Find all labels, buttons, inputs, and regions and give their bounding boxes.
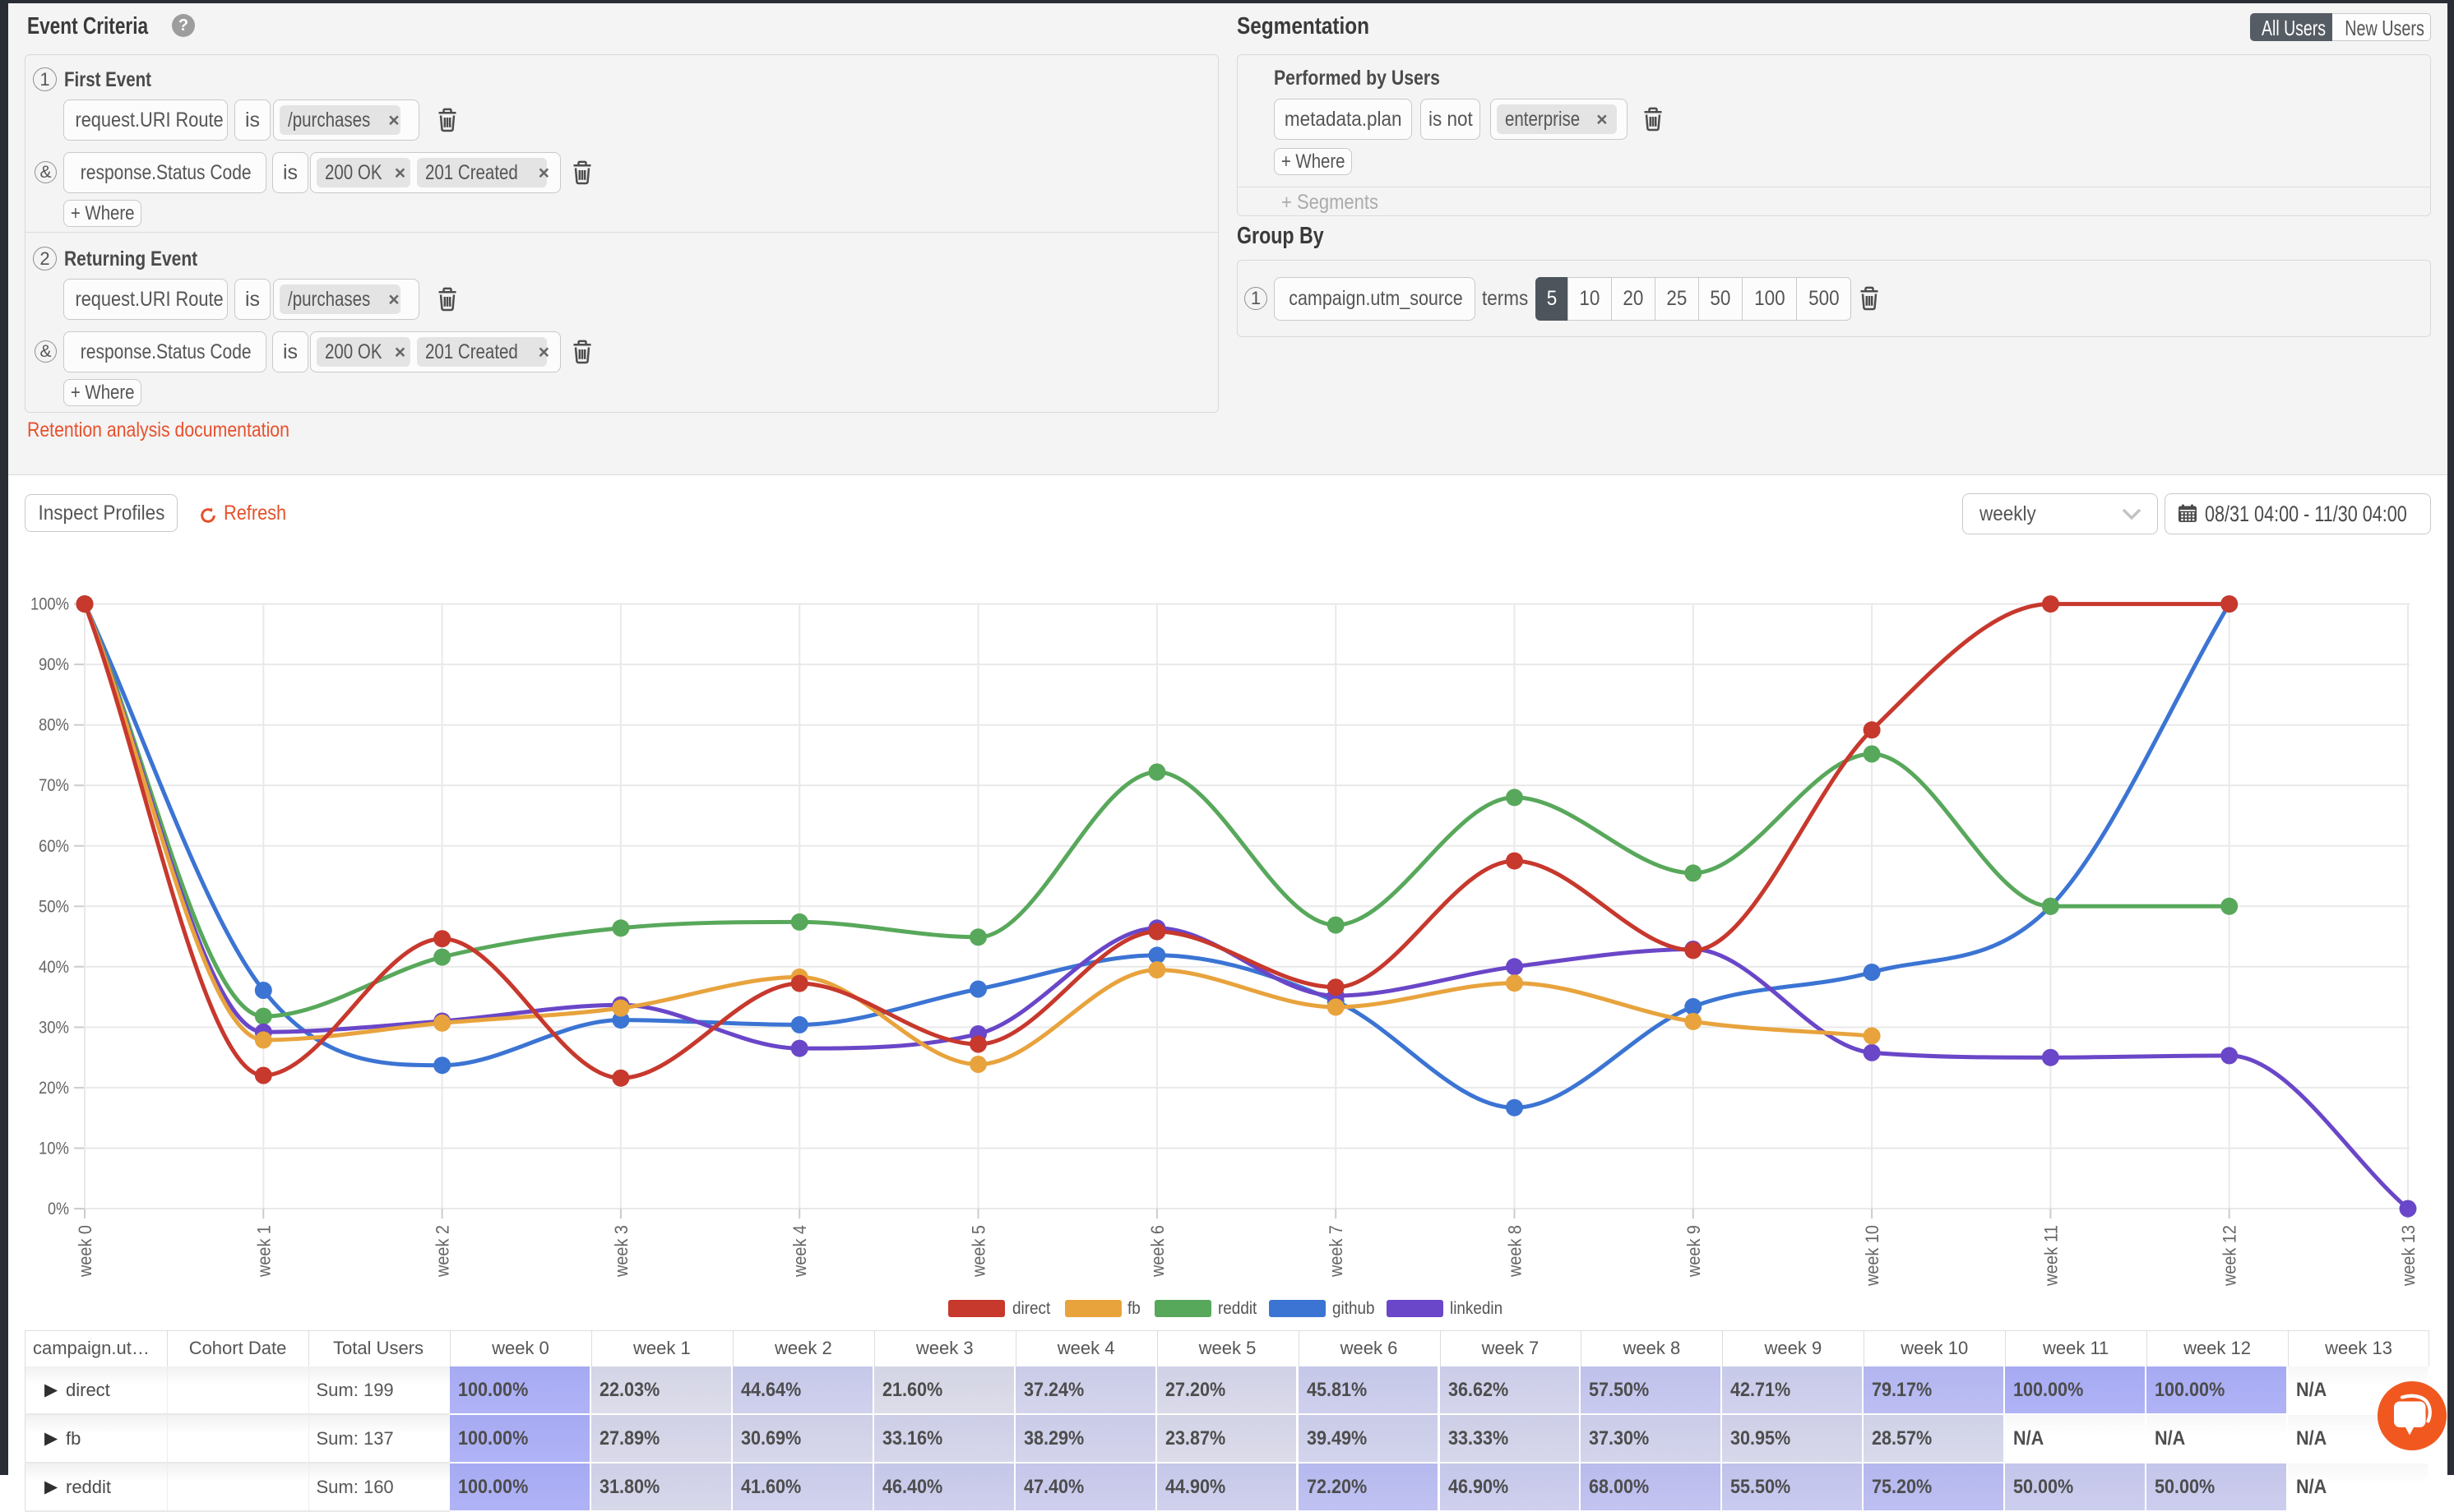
svg-text:week 13: week 13 xyxy=(2398,1225,2419,1287)
svg-text:20%: 20% xyxy=(39,1079,69,1098)
svg-text:week 12: week 12 xyxy=(2220,1225,2240,1287)
svg-text:60%: 60% xyxy=(39,837,69,856)
svg-text:week 3: week 3 xyxy=(611,1225,632,1278)
svg-text:70%: 70% xyxy=(39,776,69,795)
svg-text:week 9: week 9 xyxy=(1683,1225,1704,1278)
svg-text:90%: 90% xyxy=(39,655,69,674)
svg-text:40%: 40% xyxy=(39,958,69,977)
svg-text:week 7: week 7 xyxy=(1326,1225,1346,1278)
svg-text:week 4: week 4 xyxy=(789,1225,810,1278)
svg-text:100%: 100% xyxy=(30,595,69,614)
svg-text:week 1: week 1 xyxy=(253,1225,274,1278)
svg-text:week 2: week 2 xyxy=(433,1225,453,1278)
svg-text:week 5: week 5 xyxy=(969,1225,989,1278)
svg-text:30%: 30% xyxy=(39,1018,69,1037)
svg-text:week 6: week 6 xyxy=(1147,1225,1168,1278)
svg-text:week 10: week 10 xyxy=(1862,1225,1882,1287)
svg-text:10%: 10% xyxy=(39,1140,69,1158)
svg-text:50%: 50% xyxy=(39,897,69,916)
svg-text:week 11: week 11 xyxy=(2040,1225,2061,1287)
svg-text:80%: 80% xyxy=(39,716,69,735)
svg-text:week 0: week 0 xyxy=(75,1225,95,1278)
svg-text:0%: 0% xyxy=(48,1200,69,1218)
svg-text:week 8: week 8 xyxy=(1505,1225,1526,1278)
